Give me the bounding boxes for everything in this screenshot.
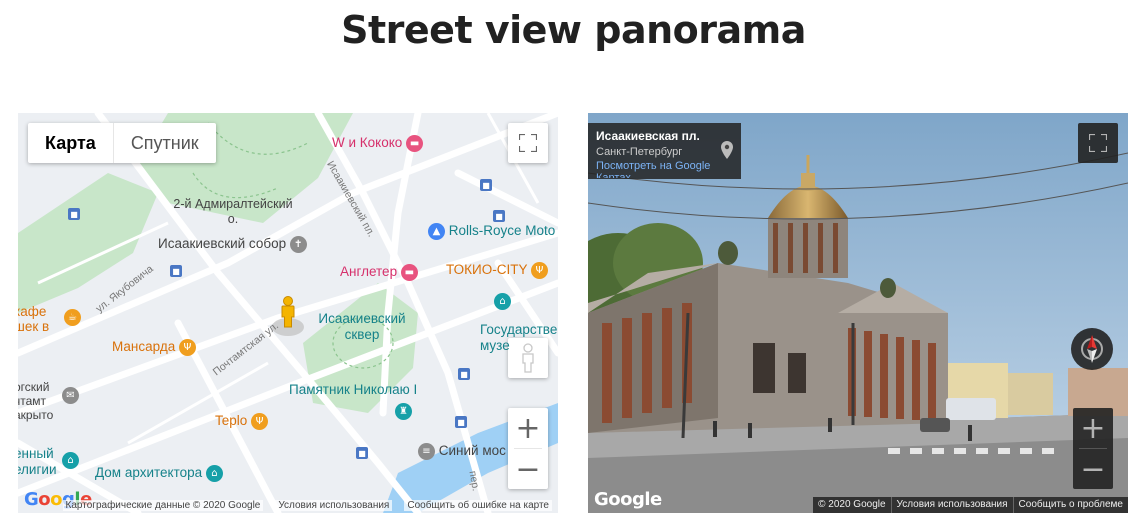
- hotel-icon: ▬: [400, 264, 418, 281]
- view-on-google-maps-link-2[interactable]: Картах: [596, 172, 733, 178]
- bus-stop-icon[interactable]: ■: [170, 263, 182, 278]
- bus-stop-icon[interactable]: ■: [356, 445, 368, 460]
- cafe-pin[interactable]: ☕: [64, 309, 81, 326]
- fullscreen-icon: [1089, 134, 1107, 152]
- poi-mansarda[interactable]: Мансарда Ψ: [112, 339, 196, 356]
- museum-icon: ⌂: [205, 465, 223, 482]
- streetview-copyright: © 2020 Google: [818, 499, 886, 510]
- pegman-marker[interactable]: [278, 296, 298, 333]
- streetview-zoom-out-button[interactable]: −: [1073, 449, 1113, 489]
- map-footer: Картографические данные © 2020 Google Ус…: [18, 497, 558, 513]
- map-zoom-out-button[interactable]: −: [508, 449, 548, 489]
- poi-label: Исаакиевский собор: [158, 236, 287, 252]
- bridge-icon: ≡: [418, 443, 435, 460]
- restaurant-icon: Ψ: [530, 262, 548, 279]
- poi-label: Синий мос: [438, 443, 506, 459]
- compass-icon: [1071, 328, 1113, 370]
- map-zoom-in-button[interactable]: +: [508, 408, 548, 448]
- streetview-terms-link[interactable]: Условия использования: [890, 497, 1013, 513]
- poi-pamyatnik[interactable]: Памятник Николаю I: [289, 382, 417, 397]
- poi-kafe[interactable]: кафе шек в: [18, 304, 62, 334]
- streetview-compass[interactable]: [1070, 327, 1114, 376]
- poi-dom-arkhitektora[interactable]: Дом архитектора ⌂: [95, 465, 223, 482]
- map-type-map-button[interactable]: Карта: [28, 123, 114, 163]
- fullscreen-icon: [519, 134, 537, 152]
- poi-rolls-royce[interactable]: ▲ Rolls-Royce Moto: [428, 223, 555, 240]
- map-fullscreen-button[interactable]: [508, 123, 548, 163]
- poi-religii[interactable]: енный елигии: [18, 446, 66, 478]
- monument-icon: ♜: [395, 403, 412, 420]
- address-city: Санкт-Петербург: [596, 146, 683, 158]
- page-title: Street view panorama: [341, 8, 806, 52]
- poi-label: W и Кококо: [332, 135, 403, 151]
- museum-icon: ⌂: [494, 293, 511, 310]
- map-pin-icon[interactable]: [721, 141, 733, 159]
- poi-tokio-city[interactable]: ТОКИО-CITY Ψ: [446, 262, 548, 279]
- poi-admiralteysky[interactable]: 2-й Адмиралтейский о.: [173, 197, 293, 227]
- monument-pin[interactable]: ♜: [395, 403, 412, 420]
- restaurant-icon: Ψ: [251, 413, 269, 430]
- cafe-icon: ☕: [64, 309, 81, 326]
- museum-icon: ⌂: [62, 452, 79, 469]
- streetview-footer: © 2020 Google Условия использования Сооб…: [813, 497, 1128, 513]
- map-zoom-control[interactable]: + −: [508, 408, 548, 489]
- poi-label: Rolls-Royce Moto: [448, 223, 556, 239]
- poi-teplo[interactable]: Teplo Ψ: [215, 413, 269, 430]
- streetview-panel[interactable]: Исаакиевская пл. Санкт-Петербург Посмотр…: [588, 113, 1128, 513]
- poi-label: Англетер: [340, 264, 398, 280]
- view-on-google-maps-link[interactable]: Посмотреть на Google: [596, 160, 733, 172]
- poi-label: ТОКИО-CITY: [446, 262, 528, 278]
- restaurant-icon: Ψ: [178, 339, 196, 356]
- streetview-report-link[interactable]: Сообщить о проблеме: [1012, 497, 1128, 513]
- poi-siniy-most[interactable]: ≡ Синий мос: [418, 443, 506, 460]
- streetview-zoom-control[interactable]: + −: [1073, 408, 1113, 489]
- bus-stop-icon[interactable]: ■: [458, 366, 470, 381]
- poi-ogsky[interactable]: огский чтамт акрыто: [18, 380, 64, 422]
- hotel-icon: ▬: [406, 135, 424, 152]
- poi-angleter[interactable]: Англетер ▬: [340, 264, 418, 281]
- streetview-fullscreen-button[interactable]: [1078, 123, 1118, 163]
- poi-label: Teplo: [215, 413, 248, 429]
- poi-label: Дом архитектора: [95, 465, 203, 481]
- poi-gosudarstv[interactable]: Государстве музе: [480, 322, 558, 354]
- poi-w-kokoko[interactable]: W и Кококо ▬: [332, 135, 424, 152]
- map-type-control[interactable]: Карта Спутник: [28, 123, 216, 163]
- post-pin[interactable]: ✉: [62, 387, 79, 404]
- map-data-credit: Картографические данные © 2020 Google: [62, 499, 264, 511]
- address-title: Исаакиевская пл.: [596, 129, 700, 143]
- museum-pin[interactable]: ⌂: [494, 293, 511, 310]
- streetview-zoom-in-button[interactable]: +: [1073, 408, 1113, 448]
- map-report-link[interactable]: Сообщить об ошибке на карте: [404, 499, 552, 511]
- church-icon: ✝: [289, 236, 307, 253]
- pegman-icon: [281, 296, 295, 328]
- google-logo: Google: [594, 489, 662, 510]
- mail-icon: ✉: [62, 387, 79, 404]
- bus-stop-icon[interactable]: ■: [493, 208, 505, 223]
- poi-isaakievsky-sobor[interactable]: Исаакиевский собор ✝: [158, 236, 307, 253]
- bus-stop-icon[interactable]: ■: [68, 206, 80, 221]
- bus-stop-icon[interactable]: ■: [480, 177, 492, 192]
- streetview-address-card: Исаакиевская пл. Санкт-Петербург Посмотр…: [588, 123, 741, 179]
- map-panel[interactable]: Карта Спутник + − W и Кококо ▬ 2-й Адмир…: [18, 113, 558, 513]
- map-type-satellite-button[interactable]: Спутник: [114, 123, 216, 163]
- poi-label: Мансарда: [112, 339, 176, 355]
- poi-isaakievsky-skver[interactable]: Исаакиевский сквер: [312, 311, 412, 343]
- map-terms-link[interactable]: Условия использования: [275, 499, 393, 511]
- museum-pin[interactable]: ⌂: [62, 452, 79, 469]
- shopping-icon: ▲: [428, 223, 445, 240]
- bus-stop-icon[interactable]: ■: [455, 414, 467, 429]
